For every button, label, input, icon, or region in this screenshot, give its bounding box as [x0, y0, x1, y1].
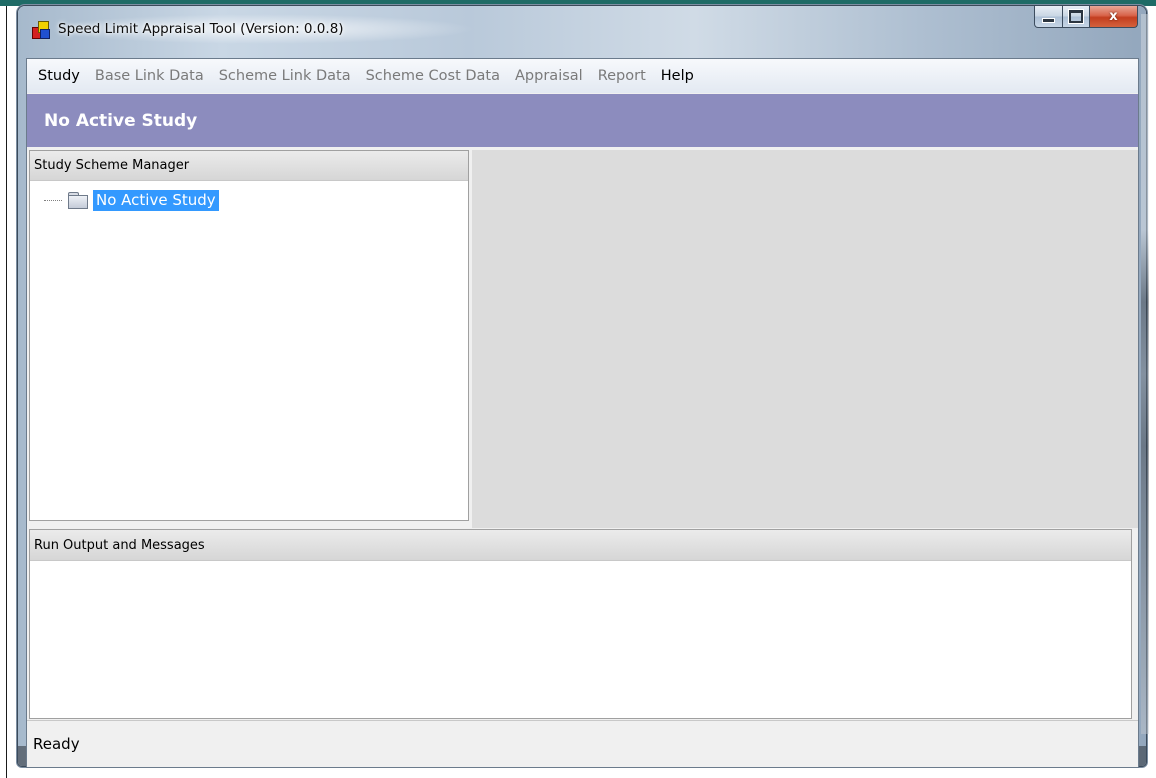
study-scheme-manager-panel: Study Scheme Manager No Active Study: [29, 150, 469, 521]
run-output-panel: Run Output and Messages: [29, 529, 1132, 719]
study-banner-text: No Active Study: [44, 110, 198, 131]
title-bar[interactable]: Speed Limit Appraisal Tool (Version: 0.0…: [18, 6, 1146, 50]
tree-node-label[interactable]: No Active Study: [93, 189, 219, 211]
minimize-icon: [1042, 18, 1055, 23]
window-controls: x: [1034, 6, 1138, 28]
client-area: Study Base Link Data Scheme Link Data Sc…: [26, 58, 1139, 768]
folder-icon: [68, 192, 88, 209]
close-icon: x: [1109, 9, 1118, 24]
tree-node-no-active-study[interactable]: No Active Study: [44, 188, 219, 212]
menu-scheme-link-data[interactable]: Scheme Link Data: [219, 68, 351, 84]
menu-appraisal[interactable]: Appraisal: [515, 68, 583, 84]
scheme-manager-header: Study Scheme Manager: [30, 151, 468, 181]
app-icon[interactable]: [32, 21, 51, 39]
study-banner: No Active Study: [27, 94, 1138, 147]
menu-bar: Study Base Link Data Scheme Link Data Sc…: [27, 59, 1138, 93]
window-title: Speed Limit Appraisal Tool (Version: 0.0…: [58, 21, 344, 37]
maximize-icon: [1069, 10, 1083, 23]
minimize-button[interactable]: [1034, 6, 1063, 28]
status-text: Ready: [33, 735, 80, 753]
run-output-header: Run Output and Messages: [30, 530, 1131, 561]
menu-study[interactable]: Study: [38, 68, 80, 84]
menu-scheme-cost-data[interactable]: Scheme Cost Data: [366, 68, 500, 84]
tree-connector-line: [44, 199, 62, 201]
menu-help[interactable]: Help: [661, 68, 694, 84]
background-left-edge: [0, 6, 7, 778]
status-bar: Ready: [27, 720, 1138, 767]
menu-base-link-data[interactable]: Base Link Data: [95, 68, 204, 84]
run-output-text-area[interactable]: [30, 561, 1131, 718]
close-button[interactable]: x: [1090, 6, 1138, 28]
maximize-button[interactable]: [1063, 6, 1090, 28]
menu-report[interactable]: Report: [598, 68, 646, 84]
workspace-panel: [472, 150, 1138, 528]
app-window: Speed Limit Appraisal Tool (Version: 0.0…: [18, 6, 1149, 768]
